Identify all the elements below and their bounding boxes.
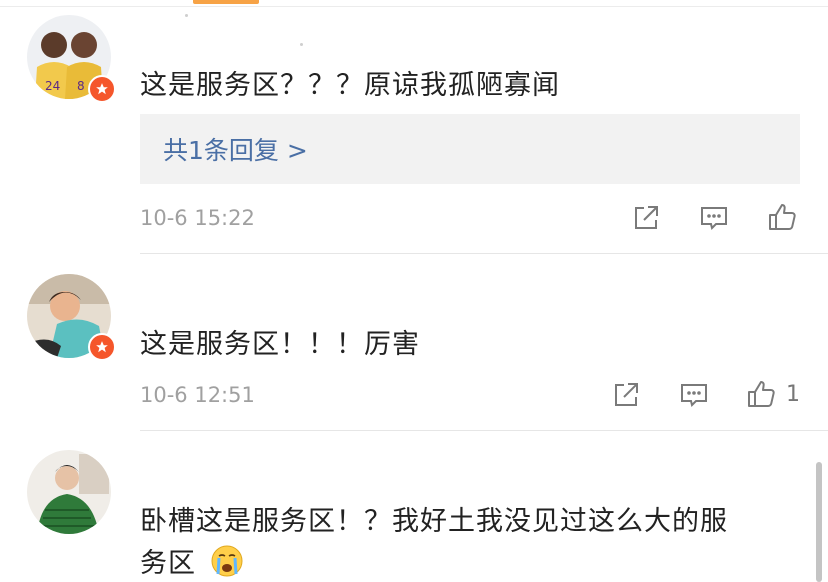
like-count: 1 xyxy=(786,382,800,407)
comment-divider xyxy=(140,253,828,254)
view-replies-link[interactable]: 共1条回复 > xyxy=(163,131,308,167)
active-tab-indicator xyxy=(193,0,259,4)
comment-text-line2: 务区 xyxy=(140,541,244,582)
header-divider xyxy=(0,6,828,7)
like-icon[interactable] xyxy=(743,375,779,413)
comment-icon[interactable] xyxy=(676,377,712,413)
decor-dot xyxy=(185,14,188,17)
like-icon[interactable] xyxy=(764,198,800,236)
comment-text: 这是服务区！！！厉害 xyxy=(140,329,420,360)
comment-time: 10-6 15:22 xyxy=(140,206,255,230)
verified-badge-icon xyxy=(88,75,116,103)
comment-text: 这是服务区？？？原谅我孤陋寡闻 xyxy=(140,70,560,101)
svg-text:24: 24 xyxy=(45,79,60,93)
comment-time: 10-6 12:51 xyxy=(140,383,255,407)
scrollbar[interactable] xyxy=(816,462,822,582)
comment-text-line1: 卧槽这是服务区！？我好土我没见过这么大的服 xyxy=(140,506,728,537)
comment-text-line2-text: 务区 xyxy=(140,548,196,579)
verified-badge-icon xyxy=(88,333,116,361)
reply-summary-box[interactable]: 共1条回复 > xyxy=(140,114,800,184)
share-icon[interactable] xyxy=(608,377,644,413)
comment-feed: 24 8 这是服务区？？？原谅我孤陋寡闻 共1条回复 > 10-6 15:22 xyxy=(0,0,828,582)
share-icon[interactable] xyxy=(628,200,664,236)
comment-icon[interactable] xyxy=(696,200,732,236)
crying-face-emoji-icon xyxy=(210,544,244,582)
avatar[interactable] xyxy=(27,450,111,534)
svg-text:8: 8 xyxy=(77,79,85,93)
comment-divider xyxy=(140,430,828,431)
decor-dot xyxy=(300,43,303,46)
